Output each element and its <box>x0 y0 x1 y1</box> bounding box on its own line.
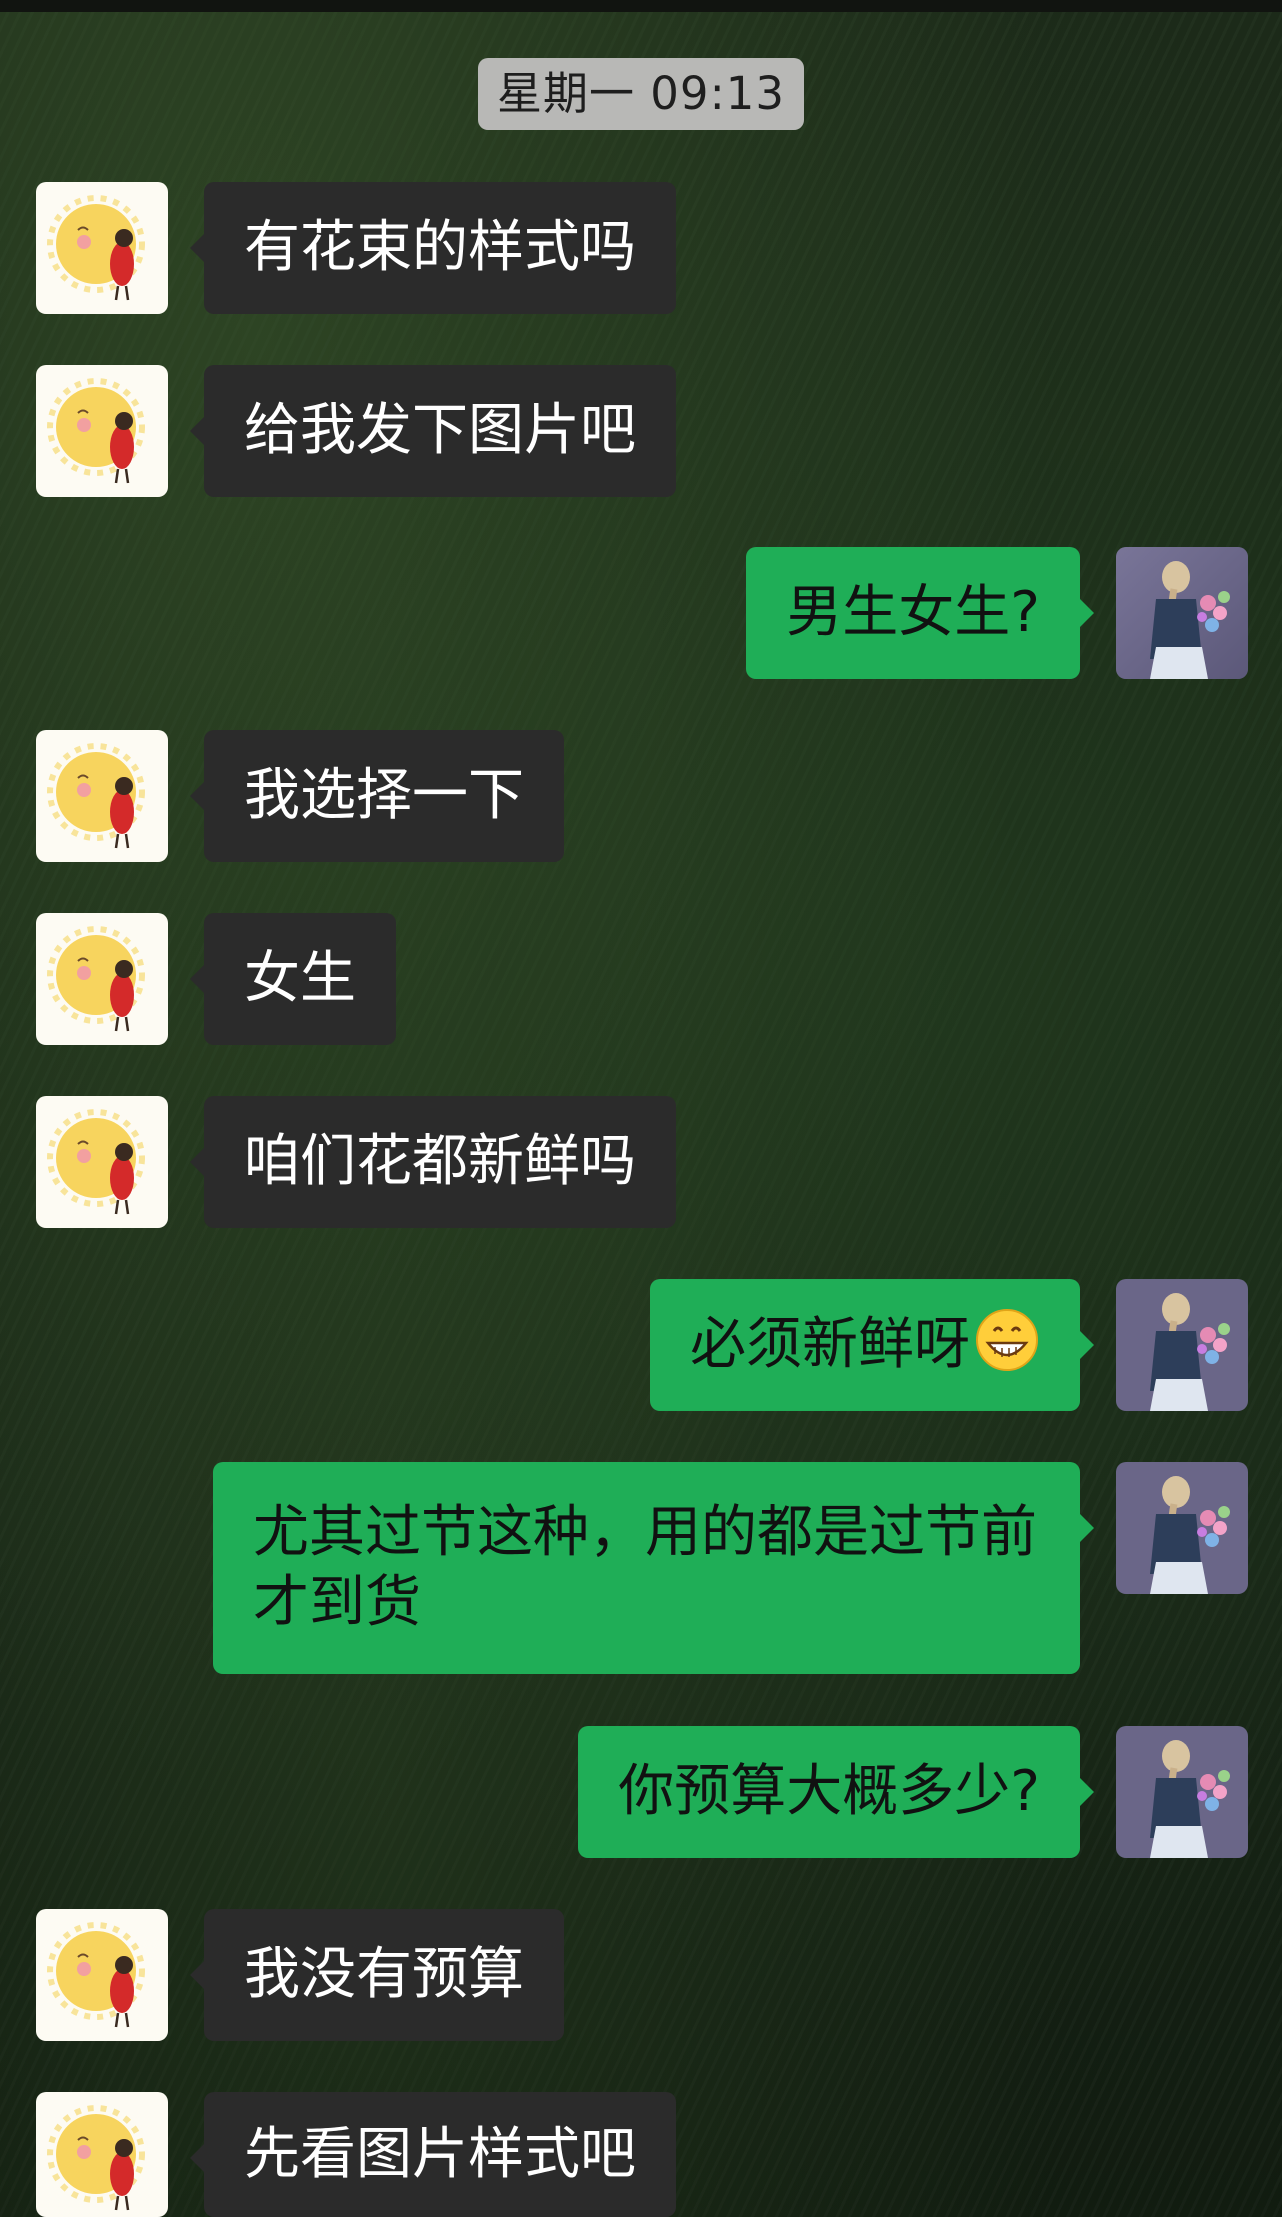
girl-with-flowers-avatar-icon <box>1116 547 1248 679</box>
sun-girl-avatar-icon <box>36 730 168 862</box>
sun-girl-avatar-icon <box>36 1909 168 2041</box>
message-bubble-outgoing[interactable]: 男生女生? <box>746 547 1094 679</box>
self-avatar[interactable] <box>1116 1462 1248 1594</box>
sun-girl-avatar-icon <box>36 182 168 314</box>
message-bubble-outgoing[interactable]: 尤其过节这种，用的都是过节前才到货 <box>213 1462 1094 1674</box>
girl-with-flowers-avatar-icon <box>1116 1462 1248 1594</box>
sun-girl-avatar-icon <box>36 1096 168 1228</box>
self-avatar[interactable] <box>1116 1279 1248 1411</box>
message-bubble-incoming[interactable]: 咱们花都新鲜吗 <box>190 1096 676 1228</box>
message-bubble-incoming[interactable]: 我选择一下 <box>190 730 564 862</box>
message-bubble-incoming[interactable]: 有花束的样式吗 <box>190 182 676 314</box>
girl-with-flowers-avatar-icon <box>1116 1726 1248 1858</box>
self-avatar[interactable] <box>1116 1726 1248 1858</box>
grinning-face-emoji <box>976 1309 1038 1371</box>
sun-girl-avatar-icon <box>36 913 168 1045</box>
message-bubble-incoming[interactable]: 我没有预算 <box>190 1909 564 2041</box>
sun-girl-avatar-icon <box>36 2092 168 2217</box>
message-bubble-incoming[interactable]: 女生 <box>190 913 396 1045</box>
status-strip <box>0 0 1282 12</box>
contact-avatar[interactable] <box>36 913 168 1045</box>
contact-avatar[interactable] <box>36 182 168 314</box>
message-bubble-outgoing[interactable]: 必须新鲜呀 <box>650 1279 1094 1411</box>
self-avatar[interactable] <box>1116 547 1248 679</box>
contact-avatar[interactable] <box>36 365 168 497</box>
sun-girl-avatar-icon <box>36 365 168 497</box>
girl-with-flowers-avatar-icon <box>1116 1279 1248 1411</box>
message-text: 必须新鲜呀 <box>690 1312 970 1377</box>
contact-avatar[interactable] <box>36 2092 168 2217</box>
contact-avatar[interactable] <box>36 1096 168 1228</box>
message-bubble-incoming[interactable]: 给我发下图片吧 <box>190 365 676 497</box>
message-bubble-outgoing[interactable]: 你预算大概多少? <box>578 1726 1094 1858</box>
contact-avatar[interactable] <box>36 1909 168 2041</box>
message-bubble-incoming[interactable]: 先看图片样式吧 <box>190 2092 676 2217</box>
contact-avatar[interactable] <box>36 730 168 862</box>
timestamp-chip: 星期一 09:13 <box>478 58 804 130</box>
